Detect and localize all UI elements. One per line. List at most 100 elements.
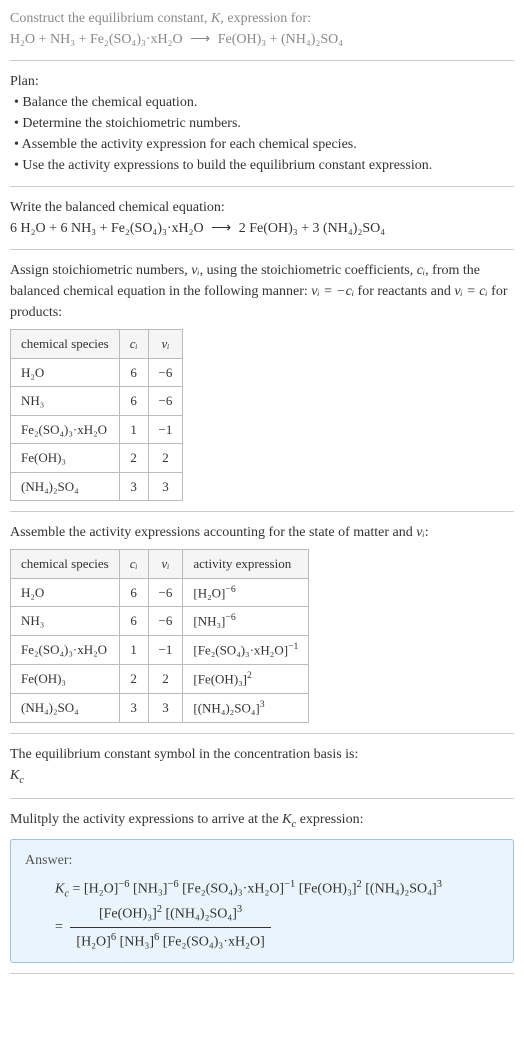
kc-var: K [10, 768, 19, 783]
answer-line2: = [Fe(OH)₃]2 [(NH₄)₂SO₄]3 [H₂O]6 [NH₃]6 … [55, 902, 499, 952]
table-row: H₂O6−6[H₂O]−6 [11, 578, 309, 607]
term: [Fe(OH)₃] [99, 907, 157, 922]
act-exp: −1 [288, 641, 298, 652]
plan-bullet-4: • Use the activity expressions to build … [14, 155, 514, 176]
cell-c: 6 [119, 358, 148, 387]
cell-c: 1 [119, 636, 148, 665]
plan-bullet-1: • Balance the chemical equation. [14, 92, 514, 113]
table-header-row: chemical species cᵢ νᵢ [11, 330, 183, 359]
K-var: K [211, 11, 220, 26]
multiply-text: Mulitply the activity expressions to arr… [10, 809, 514, 833]
cell-species: NH₃ [11, 607, 120, 636]
multiply-text-b: expression: [296, 812, 363, 827]
act-base: [Fe₂(SO₄)₃·xH₂O] [193, 642, 288, 657]
nu-var: νᵢ [191, 263, 199, 278]
term-exp: 2 [357, 879, 362, 890]
act-base: [Fe(OH)₃] [193, 671, 247, 686]
act-exp: 2 [247, 670, 252, 681]
cell-nu: −6 [148, 607, 183, 636]
arrow-icon: ⟶ [190, 32, 210, 47]
balanced-equation: 6 H₂O + 6 NH₃ + Fe₂(SO₄)₃·xH₂O ⟶ 2 Fe(OH… [10, 218, 514, 239]
cell-c: 2 [119, 444, 148, 473]
col-activity: activity expression [183, 550, 309, 579]
kc-var: K [55, 881, 64, 896]
table-row: (NH₄)₂SO₄33[(NH₄)₂SO₄]3 [11, 693, 309, 722]
act-base: [(NH₄)₂SO₄] [193, 700, 259, 715]
intro-lhs: H₂O + NH₃ + Fe₂(SO₄)₃·xH₂O [10, 32, 183, 47]
stoich-text-b: , using the stoichiometric coefficients, [200, 263, 417, 278]
plan-section: Plan: • Balance the chemical equation. •… [10, 71, 514, 187]
cell-species: (NH₄)₂SO₄ [11, 472, 120, 501]
intro-equation: H₂O + NH₃ + Fe₂(SO₄)₃·xH₂O ⟶ Fe(OH)₃ + (… [10, 29, 514, 50]
activity-table: chemical species cᵢ νᵢ activity expressi… [10, 549, 309, 723]
cell-c: 6 [119, 578, 148, 607]
activity-text-b: : [425, 525, 429, 540]
table-row: (NH₄)₂SO₄33 [11, 472, 183, 501]
cell-activity: [Fe(OH)₃]2 [183, 664, 309, 693]
cell-activity: [NH₃]−6 [183, 607, 309, 636]
cell-c: 3 [119, 693, 148, 722]
cell-activity: [H₂O]−6 [183, 578, 309, 607]
cell-nu: 3 [148, 693, 183, 722]
table-row: NH₃6−6 [11, 387, 183, 416]
intro-line1b: , expression for: [220, 11, 311, 26]
cell-c: 3 [119, 472, 148, 501]
term: [Fe₂(SO₄)₃·xH₂O] [182, 881, 284, 896]
cell-species: Fe₂(SO₄)₃·xH₂O [11, 415, 120, 444]
cell-species: (NH₄)₂SO₄ [11, 693, 120, 722]
act-base: [NH₃] [193, 614, 225, 629]
table-row: Fe₂(SO₄)₃·xH₂O1 −1[Fe₂(SO₄)₃·xH₂O]−1 [11, 636, 309, 665]
eq-sign: = [55, 919, 66, 934]
intro-section: Construct the equilibrium constant, K, e… [10, 8, 514, 61]
plan-title: Plan: [10, 71, 514, 92]
cell-species: Fe(OH)₃ [11, 664, 120, 693]
term: [NH₃] [120, 934, 154, 949]
answer-line1: Kc = [H₂O]−6 [NH₃]−6 [Fe₂(SO₄)₃·xH₂O]−1 … [55, 877, 499, 902]
cell-nu: 3 [148, 472, 183, 501]
cell-activity: [Fe₂(SO₄)₃·xH₂O]−1 [183, 636, 309, 665]
table-row: NH₃6−6[NH₃]−6 [11, 607, 309, 636]
table-row: Fe(OH)₃ 2 2[Fe(OH)₃]2 [11, 664, 309, 693]
eq-sign: = [69, 881, 84, 896]
plan-bullet-3: • Assemble the activity expression for e… [14, 134, 514, 155]
multiply-section: Mulitply the activity expressions to arr… [10, 809, 514, 974]
act-exp: 3 [260, 699, 265, 710]
balanced-title: Write the balanced chemical equation: [10, 197, 514, 218]
col-nu: νᵢ [148, 330, 183, 359]
kc-sub: c [19, 774, 24, 785]
col-species: chemical species [11, 550, 120, 579]
stoich-text-d: for reactants and [354, 284, 454, 299]
stoich-section: Assign stoichiometric numbers, νᵢ, using… [10, 260, 514, 512]
balanced-section: Write the balanced chemical equation: 6 … [10, 197, 514, 250]
balanced-lhs: 6 H₂O + 6 NH₃ + Fe₂(SO₄)₃·xH₂O [10, 221, 204, 236]
nu-var: νᵢ [416, 525, 424, 540]
cell-nu: −1 [148, 415, 183, 444]
intro-text: Construct the equilibrium constant, K, e… [10, 8, 514, 29]
answer-equation: Kc = [H₂O]−6 [NH₃]−6 [Fe₂(SO₄)₃·xH₂O]−1 … [25, 877, 499, 953]
col-ci: cᵢ [119, 550, 148, 579]
term: [Fe₂(SO₄)₃·xH₂O] [163, 934, 265, 949]
table-header-row: chemical species cᵢ νᵢ activity expressi… [11, 550, 309, 579]
col-nu: νᵢ [148, 550, 183, 579]
term-exp: 6 [154, 932, 159, 943]
plan-bullet-2: • Determine the stoichiometric numbers. [14, 113, 514, 134]
symbol-section: The equilibrium constant symbol in the c… [10, 744, 514, 800]
term: [(NH₄)₂SO₄] [365, 881, 436, 896]
fraction: [Fe(OH)₃]2 [(NH₄)₂SO₄]3 [H₂O]6 [NH₃]6 [F… [70, 902, 270, 952]
cell-nu: −6 [148, 387, 183, 416]
fraction-denominator: [H₂O]6 [NH₃]6 [Fe₂(SO₄)₃·xH₂O] [70, 928, 270, 953]
cell-nu: 2 [148, 664, 183, 693]
balanced-rhs: 2 Fe(OH)₃ + 3 (NH₄)₂SO₄ [239, 221, 385, 236]
answer-label: Answer: [25, 850, 499, 871]
term-exp: 3 [437, 879, 442, 890]
intro-line1: Construct the equilibrium constant, [10, 11, 211, 26]
cell-c: 1 [119, 415, 148, 444]
cell-species: Fe₂(SO₄)₃·xH₂O [11, 636, 120, 665]
activity-text-a: Assemble the activity expressions accoun… [10, 525, 416, 540]
cell-nu: 2 [148, 444, 183, 473]
term: [H₂O] [84, 881, 118, 896]
col-species: chemical species [11, 330, 120, 359]
term-exp: −1 [284, 879, 295, 890]
term: [(NH₄)₂SO₄] [165, 907, 236, 922]
cell-c: 6 [119, 607, 148, 636]
